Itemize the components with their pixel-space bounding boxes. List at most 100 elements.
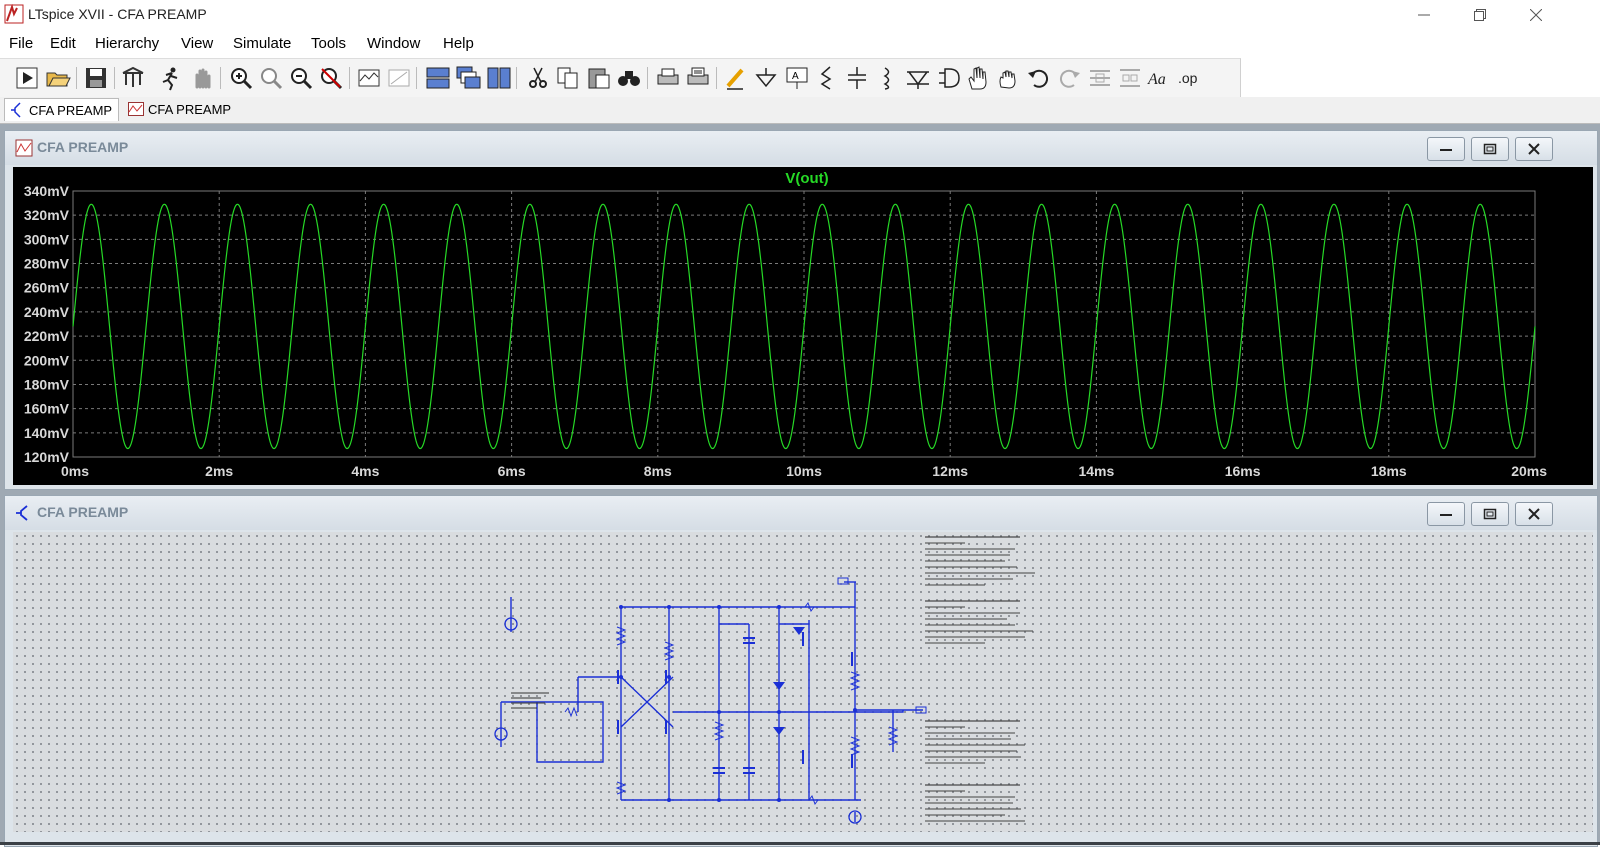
toolbar-separator [349,67,350,89]
maximize-icon [1483,508,1497,520]
waveform-window-titlebar[interactable]: CFA PREAMP [5,131,1597,165]
menu-hierarchy[interactable]: Hierarchy [95,35,159,52]
wire-icon[interactable] [723,65,749,91]
text-icon[interactable]: Aa [1147,65,1173,91]
undo-icon[interactable] [1026,65,1052,91]
toolbar-separator [76,67,77,89]
paste-icon[interactable] [586,65,612,91]
menu-view[interactable]: View [181,35,213,52]
save-icon[interactable] [83,65,109,91]
window-title: LTspice XVII - CFA PREAMP [28,6,207,22]
y-tick-label: 120mV [24,449,70,465]
tab-waveform[interactable]: CFA PREAMP [122,98,237,120]
copy-icon[interactable] [555,65,581,91]
menu-file[interactable]: File [9,35,33,52]
menu-tools[interactable]: Tools [311,35,346,52]
tile-horizontal-icon[interactable] [425,65,451,91]
close-icon [1528,508,1540,520]
toolbar-separator [114,67,115,89]
minimize-button[interactable] [1396,0,1452,30]
y-tick-label: 300mV [24,231,70,247]
label-icon[interactable]: A [784,65,810,91]
cascade-icon[interactable] [455,65,481,91]
zoom-cancel-icon[interactable] [318,65,344,91]
spice-directive-label: .op [1178,70,1198,86]
tab-schematic[interactable]: CFA PREAMP [4,98,120,121]
menu-simulate[interactable]: Simulate [233,35,291,52]
zoom-out-icon[interactable] [288,65,314,91]
schematic-window-titlebar[interactable]: CFA PREAMP [5,496,1597,530]
schematic-transistors [617,632,853,768]
text-icon-label: Aa [1147,71,1166,88]
waveform-maximize-button[interactable] [1471,137,1509,161]
restore-icon [1474,9,1486,21]
x-tick-label: 2ms [205,463,233,479]
zoom-area-icon[interactable] [258,65,284,91]
delete-trace-icon[interactable] [386,65,412,91]
run-icon[interactable] [14,65,40,91]
waveform-chart[interactable]: V(out) 0ms 2ms 4ms 6ms 8ms 10ms 12ms 14ms 16ms 18… [13,167,1593,485]
waveform-window-title: CFA PREAMP [37,139,129,155]
autoscale-icon[interactable] [356,65,382,91]
waveform-plot[interactable]: V(out) 0ms 2ms 4ms 6ms 8ms 10ms 12ms 14ms 16ms 18… [13,167,1593,485]
schematic-tab-icon [11,102,21,118]
capacitor-icon[interactable] [844,65,870,91]
schematic-canvas[interactable] [13,532,1593,832]
cut-icon[interactable] [525,65,551,91]
drag-icon[interactable] [995,65,1021,91]
component-icon[interactable] [935,65,961,91]
restore-button[interactable] [1452,0,1508,30]
plot-ticks: 0ms 2ms 4ms 6ms 8ms 10ms 12ms 14ms 16ms 18ms 20ms 3… [24,183,1547,479]
tab-schematic-label: CFA PREAMP [29,102,113,118]
zoom-in-icon[interactable] [228,65,254,91]
minimize-icon [1418,14,1430,16]
tile-vertical-icon[interactable] [486,65,512,91]
print-icon[interactable] [655,65,681,91]
diode-icon[interactable] [905,65,931,91]
print-preview-icon[interactable] [685,65,711,91]
toolbar-separator [716,67,717,89]
control-panel-icon[interactable] [120,65,146,91]
y-tick-label: 340mV [24,183,70,199]
open-icon[interactable] [45,65,71,91]
schematic-window: CFA PREAMP [4,495,1598,847]
run-man-icon[interactable] [158,65,184,91]
waveform-window-icon [15,139,33,157]
schematic-close-button[interactable] [1515,502,1553,526]
menu-window[interactable]: Window [367,35,420,52]
menu-help[interactable]: Help [443,35,474,52]
waveform-tab-icon [128,102,144,116]
schematic-minimize-button[interactable] [1427,502,1465,526]
waveform-minimize-button[interactable] [1427,137,1465,161]
schematic-annotations [511,536,1035,822]
close-button[interactable] [1508,0,1564,30]
rotate-icon[interactable] [1087,65,1113,91]
schematic-drawing[interactable] [13,532,1593,832]
x-tick-label: 18ms [1371,463,1407,479]
ground-icon[interactable] [753,65,779,91]
redo-icon[interactable] [1056,65,1082,91]
y-tick-label: 320mV [24,207,70,223]
close-icon [1530,9,1542,21]
y-tick-label: 260mV [24,280,70,296]
svg-text:A: A [792,71,799,82]
menu-edit[interactable]: Edit [50,35,76,52]
toolbar-separator [516,67,517,89]
close-icon [1528,143,1540,155]
find-icon[interactable] [616,65,642,91]
x-tick-label: 20ms [1511,463,1547,479]
move-icon[interactable] [965,65,991,91]
toolbar-separator [416,67,417,89]
x-tick-label: 14ms [1078,463,1114,479]
mirror-icon[interactable] [1117,65,1143,91]
inductor-icon[interactable] [874,65,900,91]
resistor-icon[interactable] [814,65,840,91]
halt-icon[interactable] [189,65,215,91]
waveform-close-button[interactable] [1515,137,1553,161]
y-tick-label: 200mV [24,352,70,368]
spice-directive-icon[interactable]: .op [1177,65,1203,91]
minimize-icon [1440,149,1452,151]
maximize-icon [1483,143,1497,155]
waveform-window: CFA PREAMP V(out) 0ms 2ms 4ms 6ms 8ms 10ms 12m… [4,130,1598,490]
schematic-maximize-button[interactable] [1471,502,1509,526]
